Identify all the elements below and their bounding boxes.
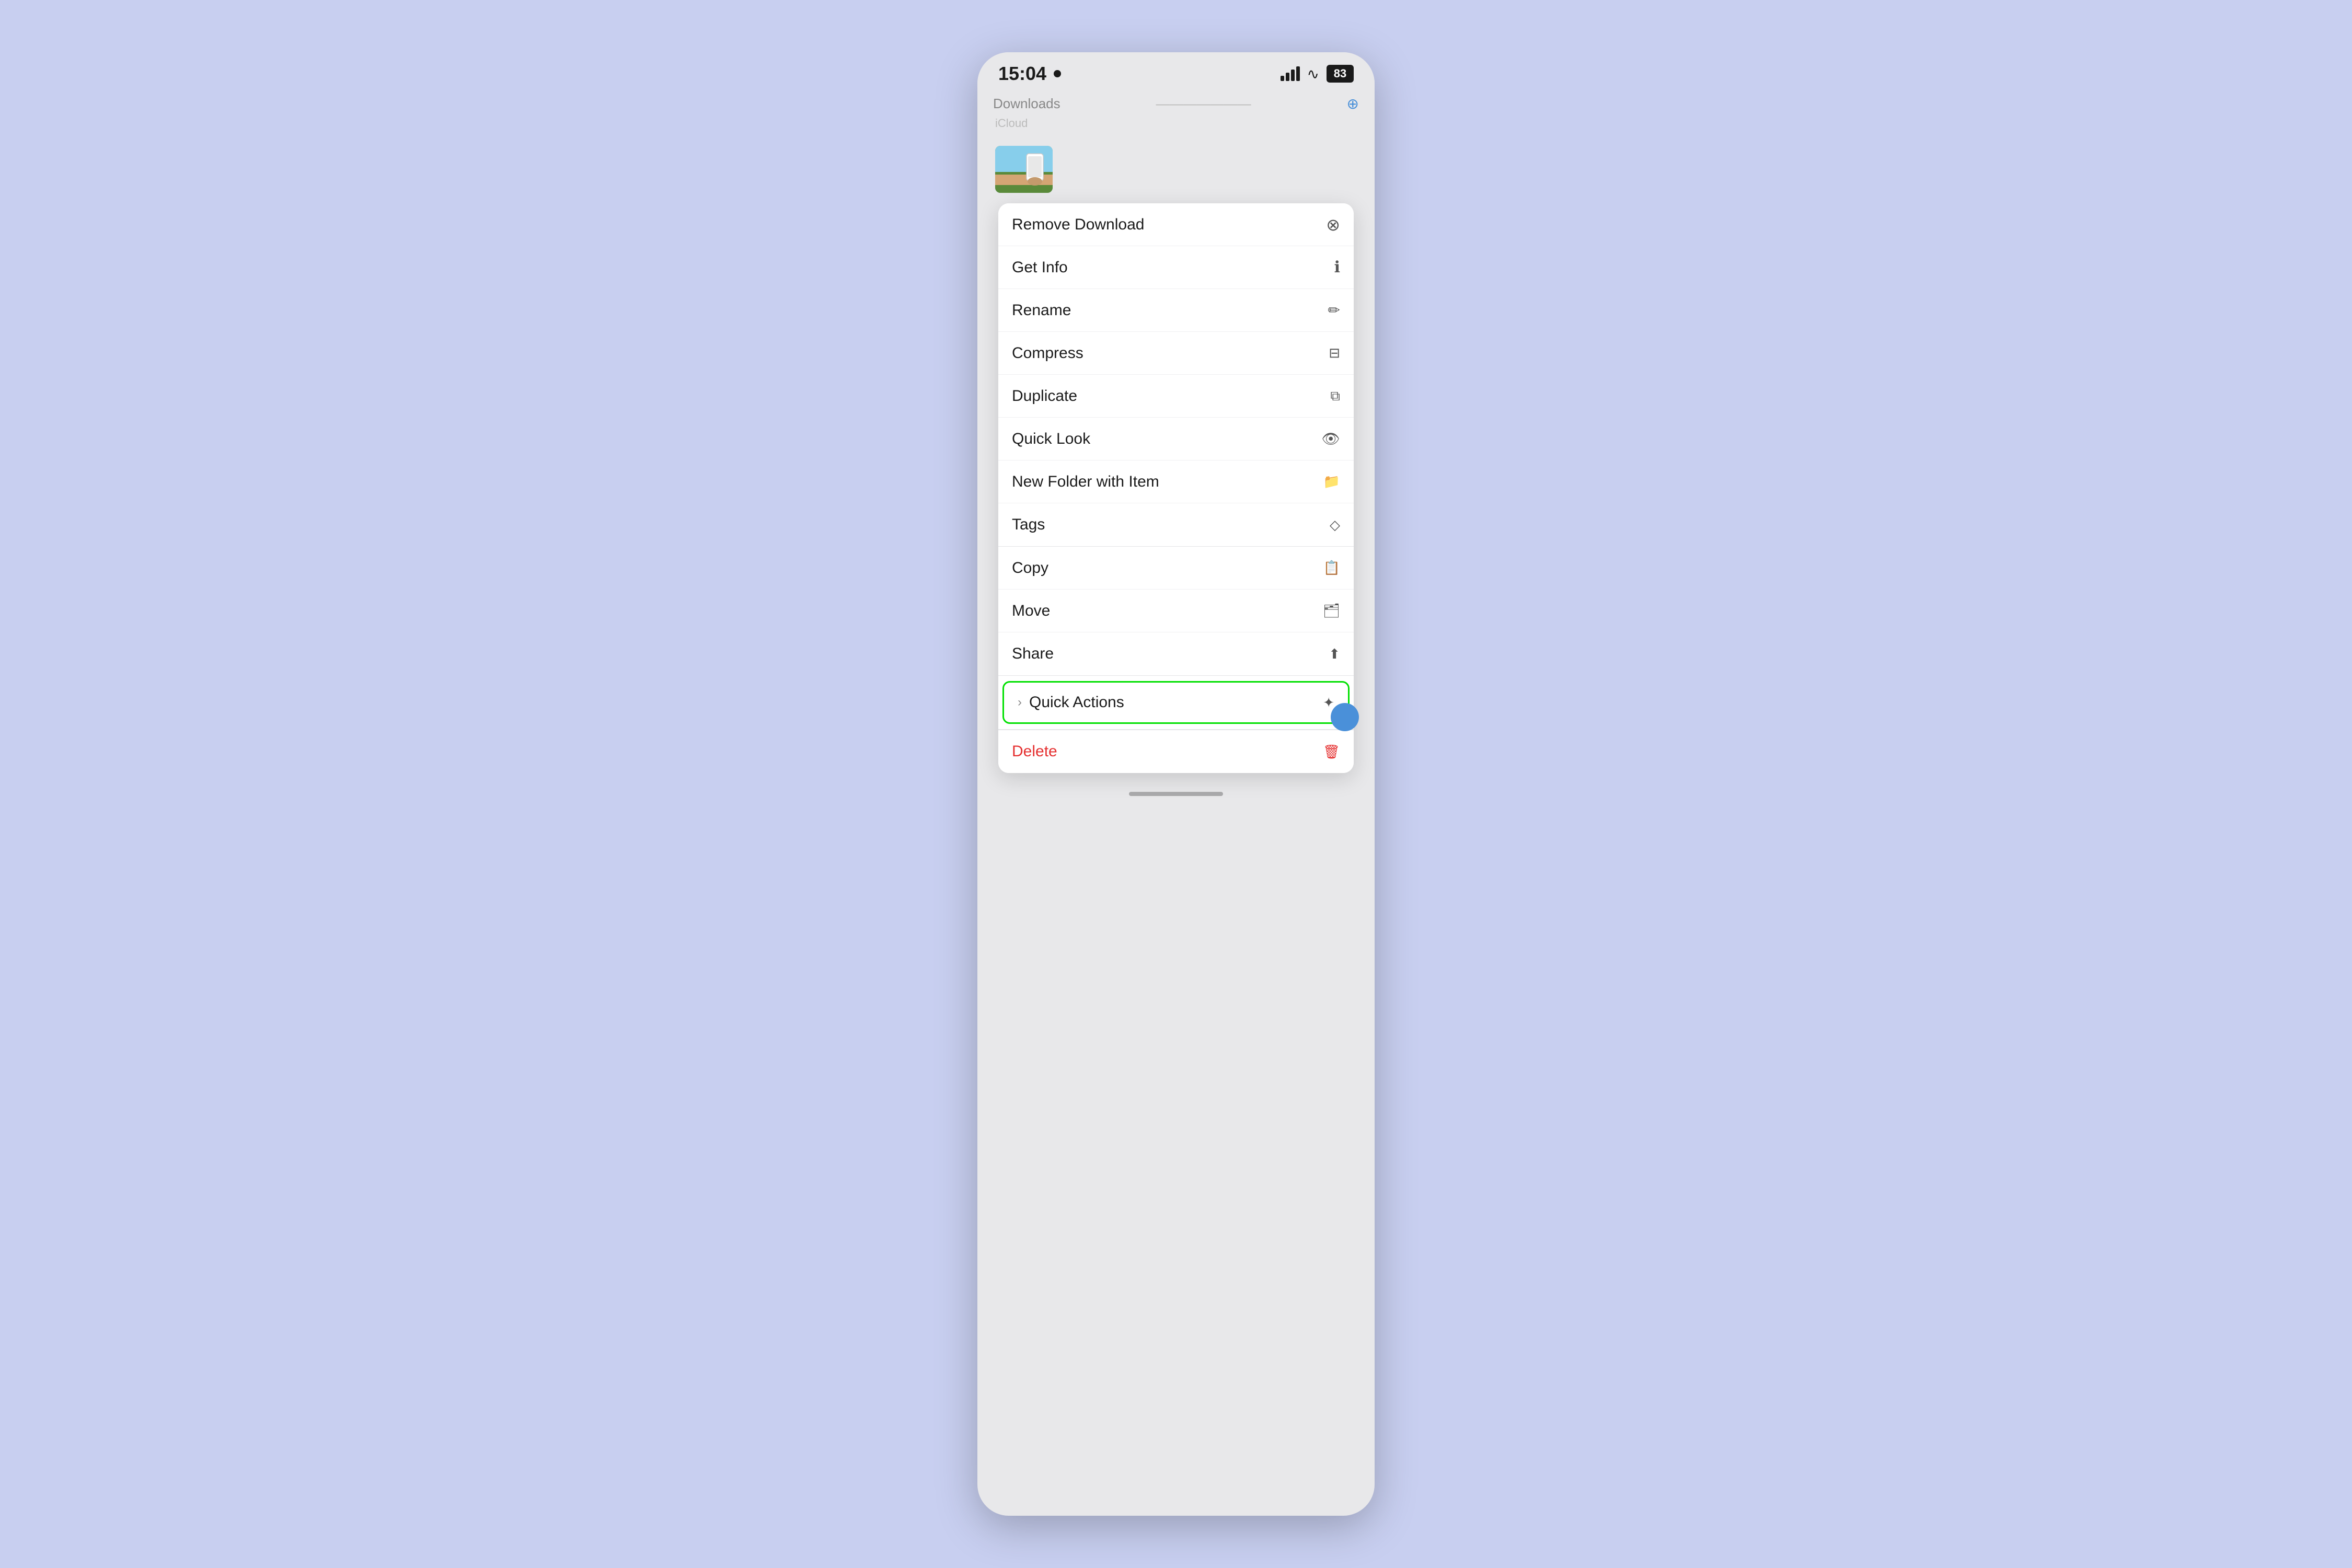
new-folder-label: New Folder with Item	[1012, 473, 1159, 491]
menu-item-move[interactable]: Move 🗂	[998, 590, 1354, 632]
menu-section-3: › Quick Actions ✦	[998, 676, 1354, 730]
status-icons: ∿ 83	[1281, 65, 1354, 83]
status-time: 15:04	[998, 63, 1061, 85]
nav-right-button[interactable]: ⊕	[1347, 95, 1359, 112]
wifi-icon: ∿	[1307, 65, 1319, 83]
thumbnail-inner	[995, 146, 1053, 193]
file-thumbnail-area	[993, 146, 1359, 193]
menu-item-remove-download[interactable]: Remove Download ⊗	[998, 203, 1354, 246]
move-icon: 🗂	[1323, 603, 1340, 619]
move-label: Move	[1012, 602, 1050, 620]
copy-icon: 📋	[1323, 560, 1340, 576]
get-info-icon: ℹ	[1334, 258, 1340, 276]
app-header: Downloads ——————— ⊕ iCloud	[977, 90, 1375, 135]
quick-look-icon: 👁	[1321, 430, 1340, 447]
delete-icon: 🗑	[1323, 744, 1340, 760]
blue-dot	[1331, 703, 1359, 731]
quick-actions-label: › Quick Actions	[1018, 694, 1124, 711]
home-indicator	[1129, 792, 1223, 796]
breadcrumb: iCloud	[993, 117, 1359, 130]
notification-dot	[1054, 70, 1061, 77]
thumbnail-svg	[995, 146, 1053, 193]
rename-label: Rename	[1012, 302, 1071, 319]
menu-item-copy[interactable]: Copy 📋	[998, 547, 1354, 590]
duplicate-label: Duplicate	[1012, 387, 1077, 405]
menu-item-duplicate[interactable]: Duplicate ⧉	[998, 375, 1354, 418]
phone-frame: 15:04 ∿ 83 Downloads ——————— ⊕ iCloud	[977, 52, 1375, 1516]
compress-label: Compress	[1012, 344, 1083, 362]
status-bar: 15:04 ∿ 83	[977, 52, 1375, 90]
menu-item-rename[interactable]: Rename ✏	[998, 289, 1354, 332]
menu-item-compress[interactable]: Compress ⊟	[998, 332, 1354, 375]
file-thumbnail	[995, 146, 1053, 193]
rename-icon: ✏	[1328, 302, 1340, 319]
quick-actions-chevron: ›	[1018, 695, 1022, 710]
tags-label: Tags	[1012, 516, 1045, 534]
menu-item-get-info[interactable]: Get Info ℹ	[998, 246, 1354, 289]
share-label: Share	[1012, 645, 1054, 663]
battery-icon: 83	[1327, 65, 1354, 83]
signal-icon	[1281, 66, 1300, 81]
new-folder-icon: 📁	[1323, 474, 1340, 490]
get-info-label: Get Info	[1012, 259, 1068, 276]
quick-actions-icon: ✦	[1323, 695, 1334, 711]
remove-download-label: Remove Download	[1012, 216, 1144, 234]
compress-icon: ⊟	[1329, 345, 1340, 361]
share-icon: ⬆	[1329, 646, 1340, 662]
menu-item-new-folder[interactable]: New Folder with Item 📁	[998, 460, 1354, 503]
back-button[interactable]: Downloads	[993, 96, 1060, 112]
menu-section-2: Copy 📋 Move 🗂 Share ⬆	[998, 547, 1354, 676]
duplicate-icon: ⧉	[1330, 388, 1340, 405]
main-content: Remove Download ⊗ Get Info ℹ Rename ✏ Co…	[977, 135, 1375, 783]
menu-item-delete[interactable]: Delete 🗑	[998, 730, 1354, 773]
delete-label: Delete	[1012, 743, 1057, 760]
menu-item-quick-actions[interactable]: › Quick Actions ✦	[1002, 681, 1350, 724]
menu-item-quick-look[interactable]: Quick Look 👁	[998, 418, 1354, 460]
quick-look-label: Quick Look	[1012, 430, 1090, 448]
menu-section-1: Remove Download ⊗ Get Info ℹ Rename ✏ Co…	[998, 203, 1354, 547]
menu-item-share[interactable]: Share ⬆	[998, 632, 1354, 675]
menu-item-tags[interactable]: Tags ◇	[998, 503, 1354, 546]
nav-bar: Downloads ——————— ⊕	[993, 95, 1359, 112]
remove-download-icon: ⊗	[1326, 215, 1340, 235]
nav-title: ———————	[1156, 96, 1251, 112]
context-menu: Remove Download ⊗ Get Info ℹ Rename ✏ Co…	[998, 203, 1354, 773]
copy-label: Copy	[1012, 559, 1048, 577]
tags-icon: ◇	[1330, 517, 1340, 533]
menu-section-delete: Delete 🗑	[998, 730, 1354, 773]
